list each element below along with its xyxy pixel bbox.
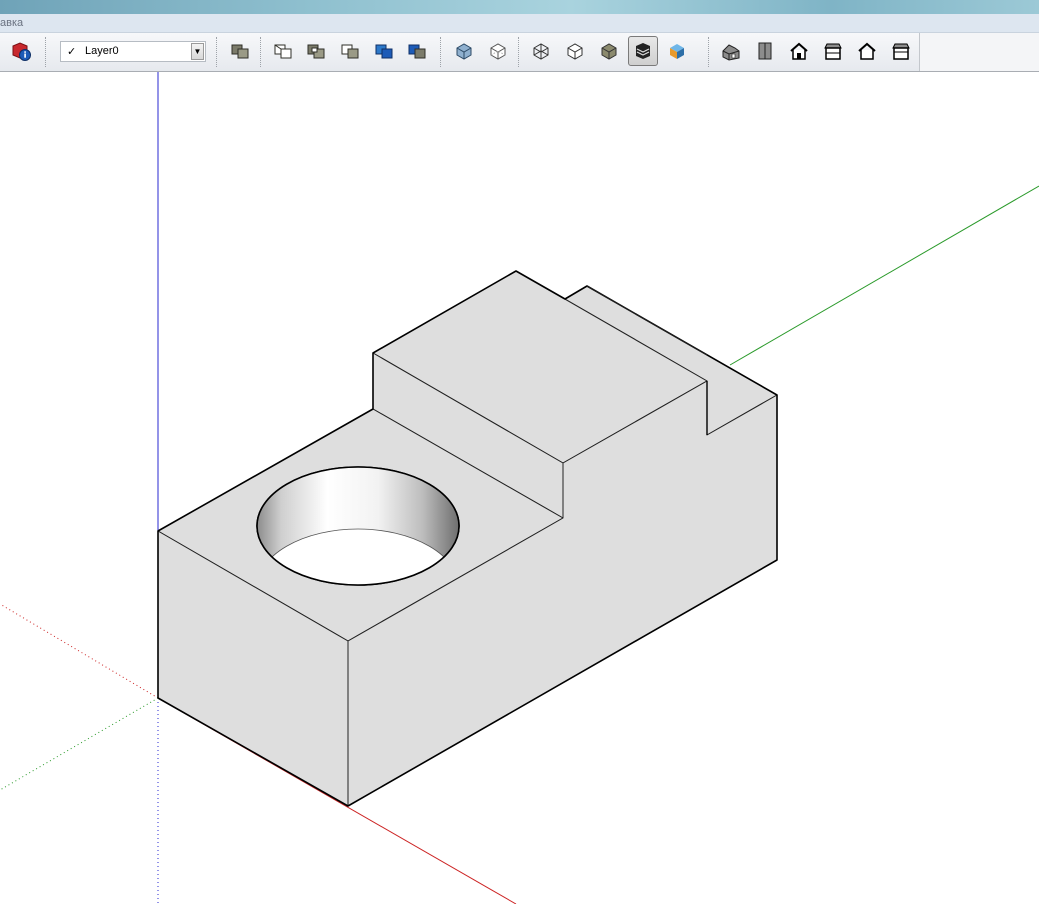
dropdown-arrow-icon[interactable]: ▼ (191, 43, 204, 60)
toolbar-separator (216, 37, 219, 67)
left-house-icon (892, 43, 910, 60)
front-house-icon (790, 42, 808, 60)
block-model[interactable] (157, 270, 778, 807)
component-edit-icon (408, 44, 426, 59)
section-planes-icon (341, 44, 359, 59)
layer-name: Layer0 (85, 45, 119, 57)
back-edges-cube-icon (490, 43, 506, 60)
toolbar-separator (518, 37, 521, 67)
toolbar-separator (45, 37, 48, 67)
toolbar-separator (708, 37, 711, 67)
iso-view-button[interactable] (716, 36, 746, 66)
right-house-icon (824, 43, 842, 60)
xray-cube-icon (456, 43, 472, 60)
monochrome-cube-icon (636, 43, 650, 59)
monochrome-style-button[interactable] (628, 36, 658, 66)
layer-dropdown[interactable]: ✓ Layer0 ▼ (60, 41, 206, 62)
top-view-button[interactable] (750, 36, 780, 66)
modeling-viewport[interactable] (0, 72, 1039, 905)
iso-house-icon (722, 44, 740, 61)
back-edges-button[interactable] (268, 36, 298, 66)
main-toolbar: ✓ Layer0 ▼ (0, 33, 1039, 72)
shaded-cube-icon (601, 43, 617, 60)
back-edges-icon (274, 44, 292, 59)
xray-button[interactable] (225, 36, 255, 66)
menu-item-partial[interactable]: авка (0, 14, 23, 32)
menu-bar: авка (0, 14, 1039, 33)
hidden-geometry-icon (307, 44, 325, 59)
layer-check-icon: ✓ (67, 46, 77, 58)
back-view-button[interactable] (852, 36, 882, 66)
shaded-style-button[interactable] (594, 36, 624, 66)
toolbar-empty-area (919, 33, 1039, 71)
scene-canvas[interactable] (0, 72, 1039, 905)
left-view-button[interactable] (886, 36, 916, 66)
green-axis-dotted (0, 697, 159, 791)
right-view-button[interactable] (818, 36, 848, 66)
back-edges-style-button[interactable] (483, 36, 513, 66)
green-axis-solid (729, 185, 1039, 366)
section-cuts-icon (375, 44, 393, 59)
top-view-icon (758, 42, 772, 60)
red-axis-dotted (0, 603, 159, 699)
xray-style-button[interactable] (449, 36, 479, 66)
model-info-button[interactable] (6, 36, 36, 66)
back-house-icon (858, 42, 876, 60)
shaded-textures-style-button[interactable] (662, 36, 692, 66)
textured-cube-icon (670, 44, 684, 59)
hidden-line-style-button[interactable] (560, 36, 590, 66)
hidden-geometry-button[interactable] (301, 36, 331, 66)
window-title-bar (0, 0, 1039, 14)
toolbar-separator (260, 37, 263, 67)
wireframe-style-button[interactable] (526, 36, 556, 66)
xray-icon (231, 44, 249, 59)
section-cuts-button[interactable] (369, 36, 399, 66)
front-view-button[interactable] (784, 36, 814, 66)
component-edit-button[interactable] (402, 36, 432, 66)
hidden-line-cube-icon (567, 43, 583, 60)
toolbar-separator (440, 37, 443, 67)
model-info-icon (12, 42, 31, 61)
section-planes-button[interactable] (335, 36, 365, 66)
wireframe-cube-icon (533, 43, 549, 60)
